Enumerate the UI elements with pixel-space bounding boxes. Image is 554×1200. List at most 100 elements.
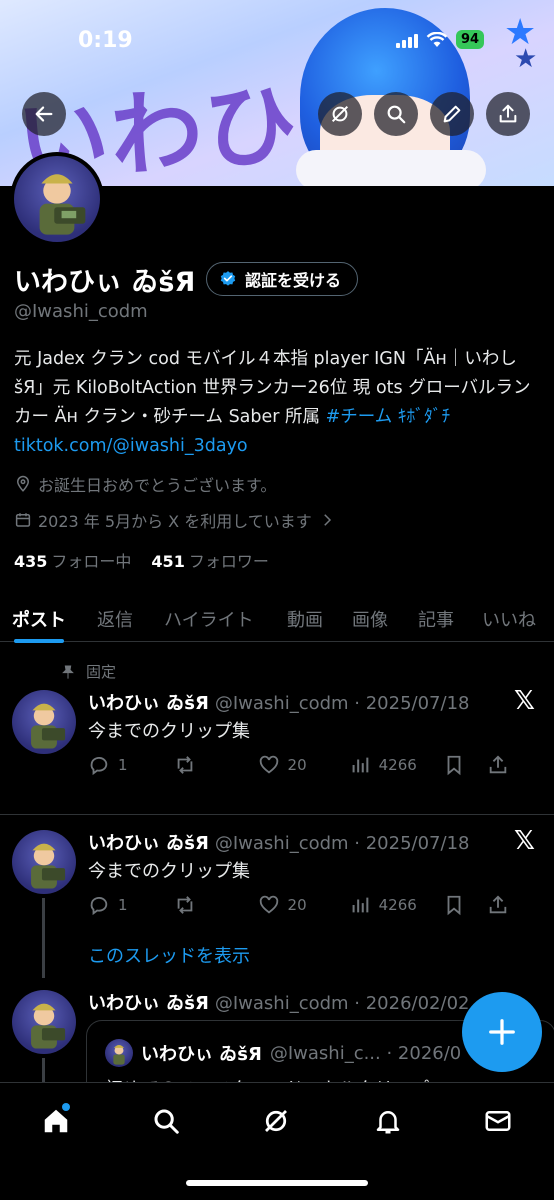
post-avatar[interactable] bbox=[12, 830, 76, 894]
grok-button[interactable] bbox=[318, 92, 362, 136]
reply-button[interactable]: 1 bbox=[88, 754, 128, 776]
edit-button[interactable] bbox=[430, 92, 474, 136]
thread-connector bbox=[42, 1058, 45, 1084]
like-count: 20 bbox=[287, 896, 307, 914]
get-verified-button[interactable]: 認証を受ける bbox=[206, 262, 359, 296]
share-icon bbox=[499, 104, 517, 123]
x-logo-icon: 𝕏 bbox=[514, 826, 535, 856]
verified-check-icon bbox=[220, 271, 236, 286]
quoted-post-meta: @Iwashi_c... · 2026/0 bbox=[269, 1042, 462, 1064]
post-header: いわひぃ ゐšЯ @Iwashi_codm · 2025/07/18 bbox=[88, 829, 469, 855]
views-count: 4266 bbox=[378, 896, 417, 914]
battery-indicator: 94 bbox=[456, 30, 485, 49]
search-icon bbox=[387, 105, 406, 124]
avatar-soldier-image bbox=[39, 174, 86, 235]
bookmark-icon bbox=[447, 755, 461, 776]
like-button[interactable]: 20 bbox=[258, 894, 307, 916]
compose-post-button[interactable] bbox=[462, 992, 542, 1072]
nav-notifications[interactable] bbox=[368, 1101, 408, 1141]
like-icon bbox=[259, 895, 278, 914]
repost-button[interactable] bbox=[174, 754, 196, 776]
home-indicator bbox=[186, 1180, 368, 1186]
search-button[interactable] bbox=[374, 92, 418, 136]
plus-icon bbox=[489, 1019, 515, 1045]
search-icon bbox=[154, 1109, 179, 1134]
followers-link[interactable]: 451 フォロワー bbox=[151, 548, 268, 572]
nav-messages[interactable] bbox=[478, 1101, 518, 1141]
profile-bio: 元 Jadex クラン cod モバイル４本指 player IGN「Äн｜いわ… bbox=[14, 345, 544, 461]
status-indicators: 94 bbox=[396, 30, 485, 49]
like-icon bbox=[259, 755, 278, 774]
pinned-label: 固定 bbox=[86, 663, 117, 681]
post-share-button[interactable] bbox=[487, 894, 509, 916]
banner-character-scarf bbox=[296, 150, 486, 186]
nav-search[interactable] bbox=[146, 1101, 186, 1141]
post-text: 今までのクリップ集 bbox=[88, 861, 250, 882]
repost-button[interactable] bbox=[174, 894, 196, 916]
following-label: フォロー中 bbox=[51, 552, 132, 571]
back-button[interactable] bbox=[22, 92, 66, 136]
tab-posts[interactable]: ポスト bbox=[12, 596, 66, 643]
bookmark-button[interactable] bbox=[443, 894, 465, 916]
post-author-name[interactable]: いわひぃ ゐšЯ bbox=[88, 693, 209, 714]
nav-home[interactable] bbox=[36, 1101, 76, 1141]
edit-icon bbox=[443, 105, 461, 123]
post-actions: 1 20 4266 bbox=[88, 754, 540, 776]
post-share-button[interactable] bbox=[487, 754, 509, 776]
post-avatar[interactable] bbox=[12, 690, 76, 754]
back-arrow-icon bbox=[35, 106, 53, 122]
quoted-author-name: いわひぃ ゐšЯ bbox=[141, 1044, 262, 1065]
show-thread-link[interactable]: このスレッドを表示 bbox=[88, 942, 250, 968]
notifications-icon bbox=[376, 1111, 400, 1134]
quoted-post-header: いわひぃ ゐšЯ @Iwashi_c... · 2026/0 bbox=[105, 1039, 461, 1067]
nav-grok[interactable] bbox=[256, 1101, 296, 1141]
profile-location: お誕生日おめでとうございます。 bbox=[14, 472, 276, 496]
bio-tiktok-link[interactable]: tiktok.com/@iwashi_3dayo bbox=[14, 436, 248, 456]
profile-display-name: いわひぃ ゐšЯ bbox=[14, 267, 196, 298]
grok-icon bbox=[331, 105, 349, 123]
status-time: 0:19 bbox=[78, 28, 133, 53]
bio-text: 元 Jadex クラン cod モバイル４本指 player IGN「Äн｜いわ… bbox=[14, 349, 531, 427]
post-header: いわひぃ ゐšЯ @Iwashi_codm · 2025/07/18 bbox=[88, 689, 469, 715]
views-icon bbox=[352, 897, 368, 913]
profile-tabs: ポスト 返信 ハイライト 動画 画像 記事 いいね bbox=[0, 596, 554, 643]
profile-avatar[interactable] bbox=[10, 152, 104, 246]
tab-videos[interactable]: 動画 bbox=[287, 596, 323, 642]
reply-icon bbox=[90, 896, 108, 916]
reply-count: 1 bbox=[118, 896, 128, 914]
tab-replies[interactable]: 返信 bbox=[97, 596, 133, 642]
followers-count: 451 bbox=[151, 552, 185, 571]
reply-button[interactable]: 1 bbox=[88, 894, 128, 916]
following-link[interactable]: 435 フォロー中 bbox=[14, 548, 131, 572]
like-button[interactable]: 20 bbox=[258, 754, 307, 776]
calendar-icon bbox=[15, 513, 31, 527]
thread-connector bbox=[42, 898, 45, 978]
banner-star-small-icon: ★ bbox=[514, 44, 538, 74]
messages-icon bbox=[485, 1111, 511, 1131]
post-meta: @Iwashi_codm · 2025/07/18 bbox=[214, 693, 470, 714]
post-actions: 1 20 4266 bbox=[88, 894, 540, 916]
post-text: 今までのクリップ集 bbox=[88, 721, 250, 742]
following-count: 435 bbox=[14, 552, 48, 571]
views-button[interactable]: 4266 bbox=[349, 894, 417, 916]
chevron-right-icon bbox=[323, 514, 331, 526]
followers-label: フォロワー bbox=[188, 552, 269, 571]
bookmark-button[interactable] bbox=[443, 754, 465, 776]
views-button[interactable]: 4266 bbox=[349, 754, 417, 776]
tab-articles[interactable]: 記事 bbox=[418, 596, 454, 642]
post-avatar[interactable] bbox=[12, 990, 76, 1054]
post-avatar-image bbox=[31, 703, 66, 749]
post-divider bbox=[0, 814, 554, 815]
tab-images[interactable]: 画像 bbox=[352, 596, 388, 642]
post-author-name[interactable]: いわひぃ ゐšЯ bbox=[88, 833, 209, 854]
post-author-name[interactable]: いわひぃ ゐšЯ bbox=[88, 993, 209, 1014]
share-button[interactable] bbox=[486, 92, 530, 136]
joined-text: 2023 年 5月から X を利用しています bbox=[38, 512, 312, 531]
profile-joined[interactable]: 2023 年 5月から X を利用しています bbox=[14, 508, 336, 532]
tab-highlights[interactable]: ハイライト bbox=[164, 596, 254, 642]
bio-hashtag-link[interactable]: #チーム ｷﾎﾞﾀﾞﾁ bbox=[326, 407, 451, 427]
share-icon bbox=[489, 895, 507, 914]
follow-stats: 435 フォロー中 451 フォロワー bbox=[14, 548, 269, 572]
tab-likes[interactable]: いいね bbox=[482, 596, 536, 642]
views-icon bbox=[352, 757, 368, 773]
